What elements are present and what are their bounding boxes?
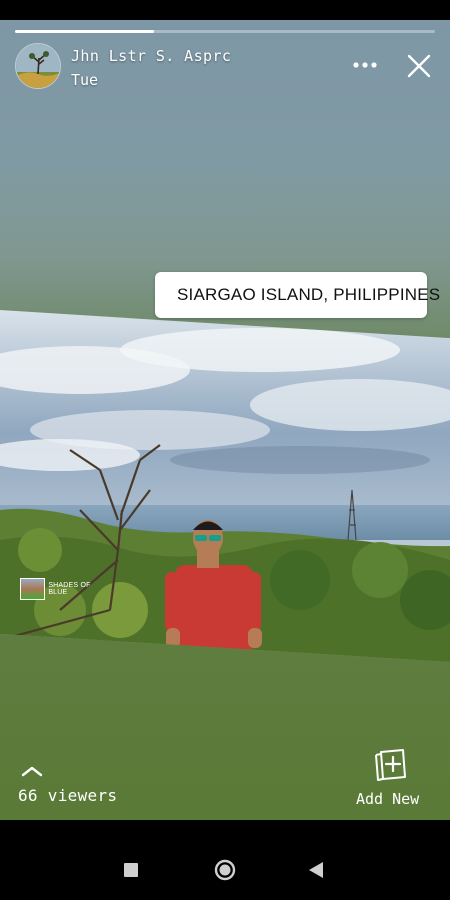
more-horizontal-icon[interactable] (350, 58, 380, 72)
home-button[interactable] (214, 859, 236, 881)
back-button[interactable] (308, 861, 324, 879)
chevron-up-icon (21, 766, 43, 777)
avatar[interactable] (15, 43, 61, 89)
system-navigation-bar (0, 820, 450, 900)
story-photo (0, 310, 450, 662)
viewers-button[interactable]: 66 viewers (18, 765, 128, 810)
viewers-count-label: 66 viewers (18, 786, 118, 805)
add-new-button[interactable]: Add New (352, 747, 430, 811)
location-label: SIARGAO ISLAND, PHILIPPINES (177, 285, 441, 304)
add-new-label: Add New (356, 790, 420, 808)
story-timestamp: Tue (71, 71, 99, 89)
recents-button[interactable] (124, 863, 138, 877)
story-author-name[interactable]: Jhn Lstr S. Asprc (71, 47, 231, 65)
story-viewer-screen: Jhn Lstr S. Asprc Tue SIARGAO ISLAND, PH… (0, 0, 450, 900)
story-canvas[interactable]: Jhn Lstr S. Asprc Tue SIARGAO ISLAND, PH… (0, 20, 450, 820)
avatar-image (16, 44, 60, 88)
close-icon[interactable] (405, 52, 433, 80)
add-to-story-icon (375, 749, 406, 781)
story-progress-bar (15, 30, 435, 33)
story-progress-fill (15, 30, 154, 33)
shared-post-sticker[interactable]: SHADES OF BLUE (20, 578, 110, 600)
shared-post-label: SHADES OF BLUE (48, 582, 91, 596)
location-sticker[interactable]: SIARGAO ISLAND, PHILIPPINES (155, 272, 440, 318)
shared-post-thumbnail (20, 578, 46, 600)
